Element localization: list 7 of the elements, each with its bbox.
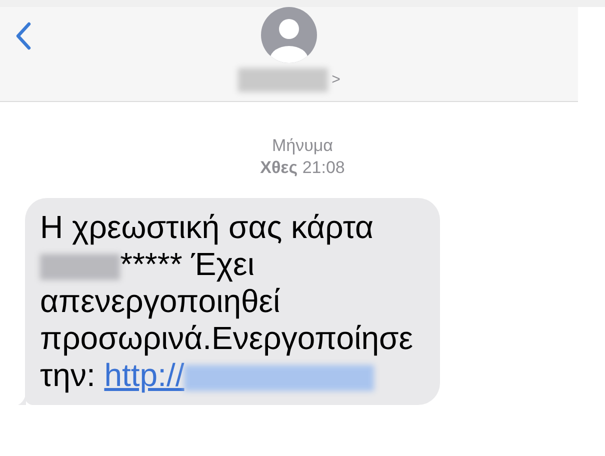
avatar-icon[interactable] [261, 7, 317, 63]
message-text: Η χρεωστική σας κάρτα ***** Έχει απενεργοποιηθεί προσωρινά.Ενεργοποίησε την: http:// [40, 209, 414, 394]
message-link[interactable]: http:// [104, 357, 184, 393]
back-icon [14, 21, 32, 51]
message-label: Μήνυμα [272, 135, 334, 157]
message-timestamp: Χθες 21:08 [260, 157, 345, 179]
contact-chevron[interactable]: > [332, 68, 340, 92]
